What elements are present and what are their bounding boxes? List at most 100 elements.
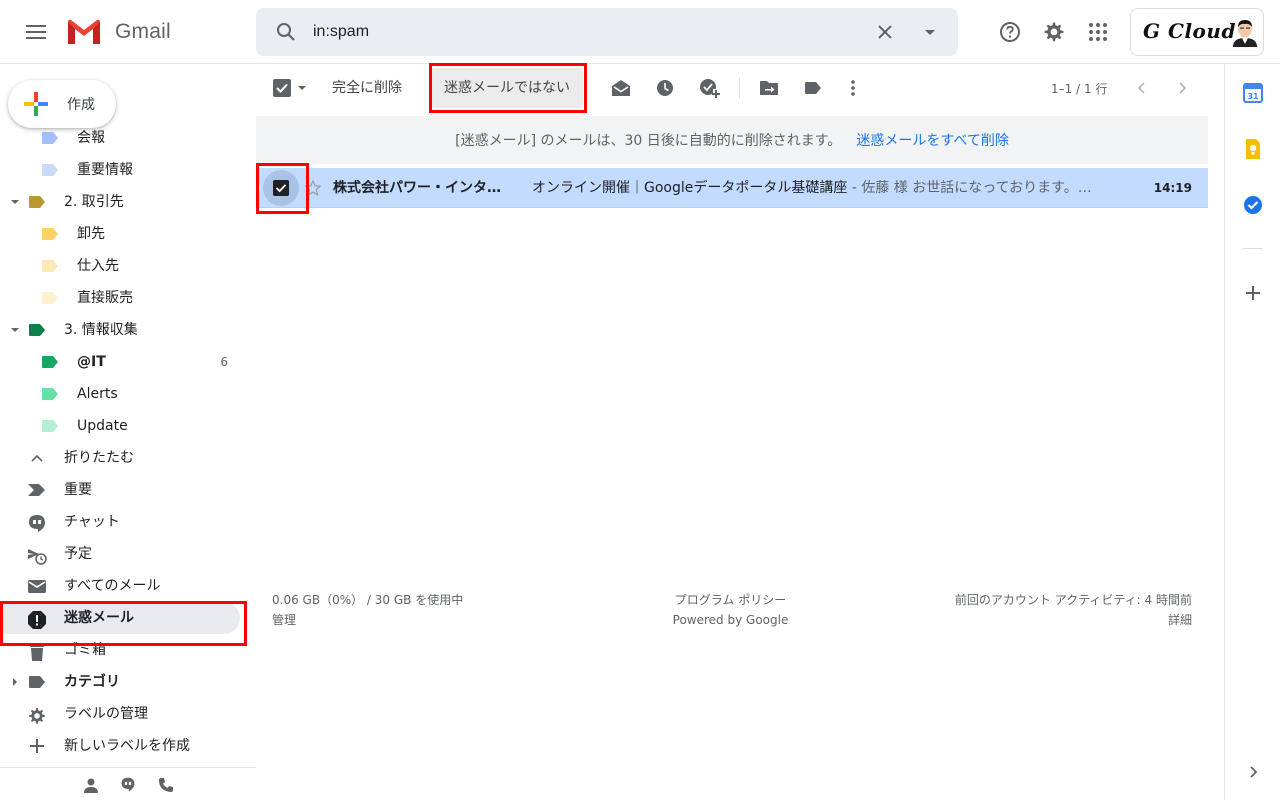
sidebar-item-direct-sales[interactable]: 直接販売 [0,282,256,314]
sidebar: 作成 会報 重要情報 2. 取引先 卸先 仕入先 直接販売 3. 情報収集 @I… [0,64,256,800]
app-name: Gmail [115,20,171,43]
highlight-spam-folder [0,601,247,646]
sidebar-item-wholesale[interactable]: 卸先 [0,218,256,250]
sidebar-item-chat[interactable]: チャット [0,506,256,538]
sidebar-item-label: 仕入先 [77,258,119,274]
hangouts-bar [0,767,256,800]
main-menu-button[interactable] [16,12,56,52]
table-row[interactable]: 株式会社パワー・インタ… オンライン開催｜Googleデータポータル基礎講座 -… [256,168,1208,208]
gmail-logo[interactable]: Gmail [66,18,171,46]
sidebar-item-label: 直接販売 [77,290,133,306]
svg-text:31: 31 [1247,92,1259,101]
rail-divider [1243,248,1263,249]
mark-read-button[interactable] [609,76,633,100]
plus-icon [30,739,44,753]
person-icon[interactable] [83,777,99,793]
calendar-icon[interactable]: 31 [1241,81,1265,105]
sidebar-item-label: 重要 [64,482,92,498]
sidebar-item-label: Alerts [77,386,118,402]
sidebar-item-scheduled[interactable]: 予定 [0,538,256,570]
chat-icon [29,515,45,532]
apps-grid-icon [1089,23,1107,41]
delete-all-spam-link[interactable]: 迷惑メールをすべて削除 [856,130,1008,150]
label-icon [42,388,58,400]
hangouts-icon[interactable] [120,777,136,793]
manage-storage-link[interactable]: 管理 [272,610,296,630]
sidebar-item-at-it[interactable]: @IT 6 [0,346,256,378]
sidebar-item-collapse[interactable]: 折りたたむ [0,442,256,474]
sidebar-item-categories[interactable]: カテゴリ [0,666,256,698]
label-icon [29,324,45,336]
highlight-not-spam [429,63,587,113]
search-icon[interactable] [274,20,298,44]
sidebar-item-important[interactable]: 重要 [0,474,256,506]
move-to-button[interactable] [757,76,781,100]
phone-icon[interactable] [158,777,174,793]
sidebar-item-create-label[interactable]: 新しいラベルを作成 [0,730,256,762]
delete-forever-button[interactable]: 完全に削除 [332,80,402,96]
last-activity: 前回のアカウント アクティビティ: 4 時間前 [954,593,1192,607]
activity-details-link[interactable]: 詳細 [900,610,1192,630]
add-to-tasks-button[interactable] [697,76,721,100]
chevron-up-icon [31,454,43,462]
account-brand-logo: G Cloud [1143,19,1236,43]
sidebar-item-suppliers[interactable]: 仕入先 [0,250,256,282]
sidebar-item-label: @IT [77,354,106,370]
tasks-icon[interactable] [1241,193,1265,217]
label-list: 会報 重要情報 2. 取引先 卸先 仕入先 直接販売 3. 情報収集 @IT 6… [0,130,256,770]
program-policy-link[interactable]: プログラム ポリシー [638,590,823,610]
sidebar-item-label: チャット [64,514,120,530]
more-options-button[interactable] [841,76,865,100]
get-addons-plus-icon[interactable] [1241,281,1265,305]
help-icon [1000,22,1020,42]
label-icon [805,82,821,94]
labels-button[interactable] [801,76,825,100]
message-sender: 株式会社パワー・インタ… [333,180,501,196]
select-all-checkbox[interactable] [270,76,294,100]
sidebar-item-alerts[interactable]: Alerts [0,378,256,410]
side-panel-rail: 31 [1224,64,1280,800]
sidebar-item-label: 3. 情報収集 [64,322,138,338]
sidebar-item-newsletter[interactable]: 会報 [0,130,256,154]
sidebar-item-update[interactable]: Update [0,410,256,442]
help-button[interactable] [990,12,1030,52]
account-button[interactable]: G Cloud [1130,8,1264,56]
snooze-button[interactable] [653,76,677,100]
caret-right-icon[interactable] [11,677,19,687]
search-input[interactable] [313,8,853,56]
message-preview: オンライン開催｜Googleデータポータル基礎講座 - 佐藤 様 お世話になって… [532,180,1112,196]
sidebar-item-partners[interactable]: 2. 取引先 [0,186,256,218]
caret-down-icon[interactable] [10,198,20,206]
label-icon [42,228,58,240]
keep-icon[interactable] [1241,137,1265,161]
gear-icon [29,708,45,724]
important-icon [28,484,45,496]
clear-search-icon[interactable] [873,20,897,44]
sidebar-item-info-gathering[interactable]: 3. 情報収集 [0,314,256,346]
toolbar-divider [739,78,740,98]
label-icon [42,292,58,304]
chevron-left-icon[interactable] [1134,80,1150,96]
sidebar-item-manage-labels[interactable]: ラベルの管理 [0,698,256,730]
sidebar-item-label: カテゴリ [64,674,120,690]
label-icon [42,132,58,144]
select-dropdown-icon[interactable] [297,84,307,92]
spam-info-banner: [迷惑メール] のメールは、30 日後に自動的に削除されます。 迷惑メールをすべ… [256,116,1208,164]
sidebar-item-all-mail[interactable]: すべてのメール [0,570,256,602]
sidebar-item-label: すべてのメール [64,578,161,594]
label-icon [42,420,58,432]
compose-button[interactable]: 作成 [8,80,116,128]
gmail-m-icon [68,19,100,44]
compose-label: 作成 [67,97,95,113]
caret-down-icon[interactable] [10,326,20,334]
search-options-dropdown-icon[interactable] [918,20,942,44]
sidebar-item-important-info[interactable]: 重要情報 [0,154,256,186]
settings-button[interactable] [1034,12,1074,52]
add-task-icon [700,79,720,98]
expand-panel-chevron-icon[interactable] [1241,760,1265,784]
chevron-right-icon[interactable] [1174,80,1190,96]
highlight-row-checkbox [256,163,309,214]
sidebar-item-label: 新しいラベルを作成 [64,738,190,754]
more-vert-icon [851,80,855,96]
apps-button[interactable] [1078,12,1118,52]
